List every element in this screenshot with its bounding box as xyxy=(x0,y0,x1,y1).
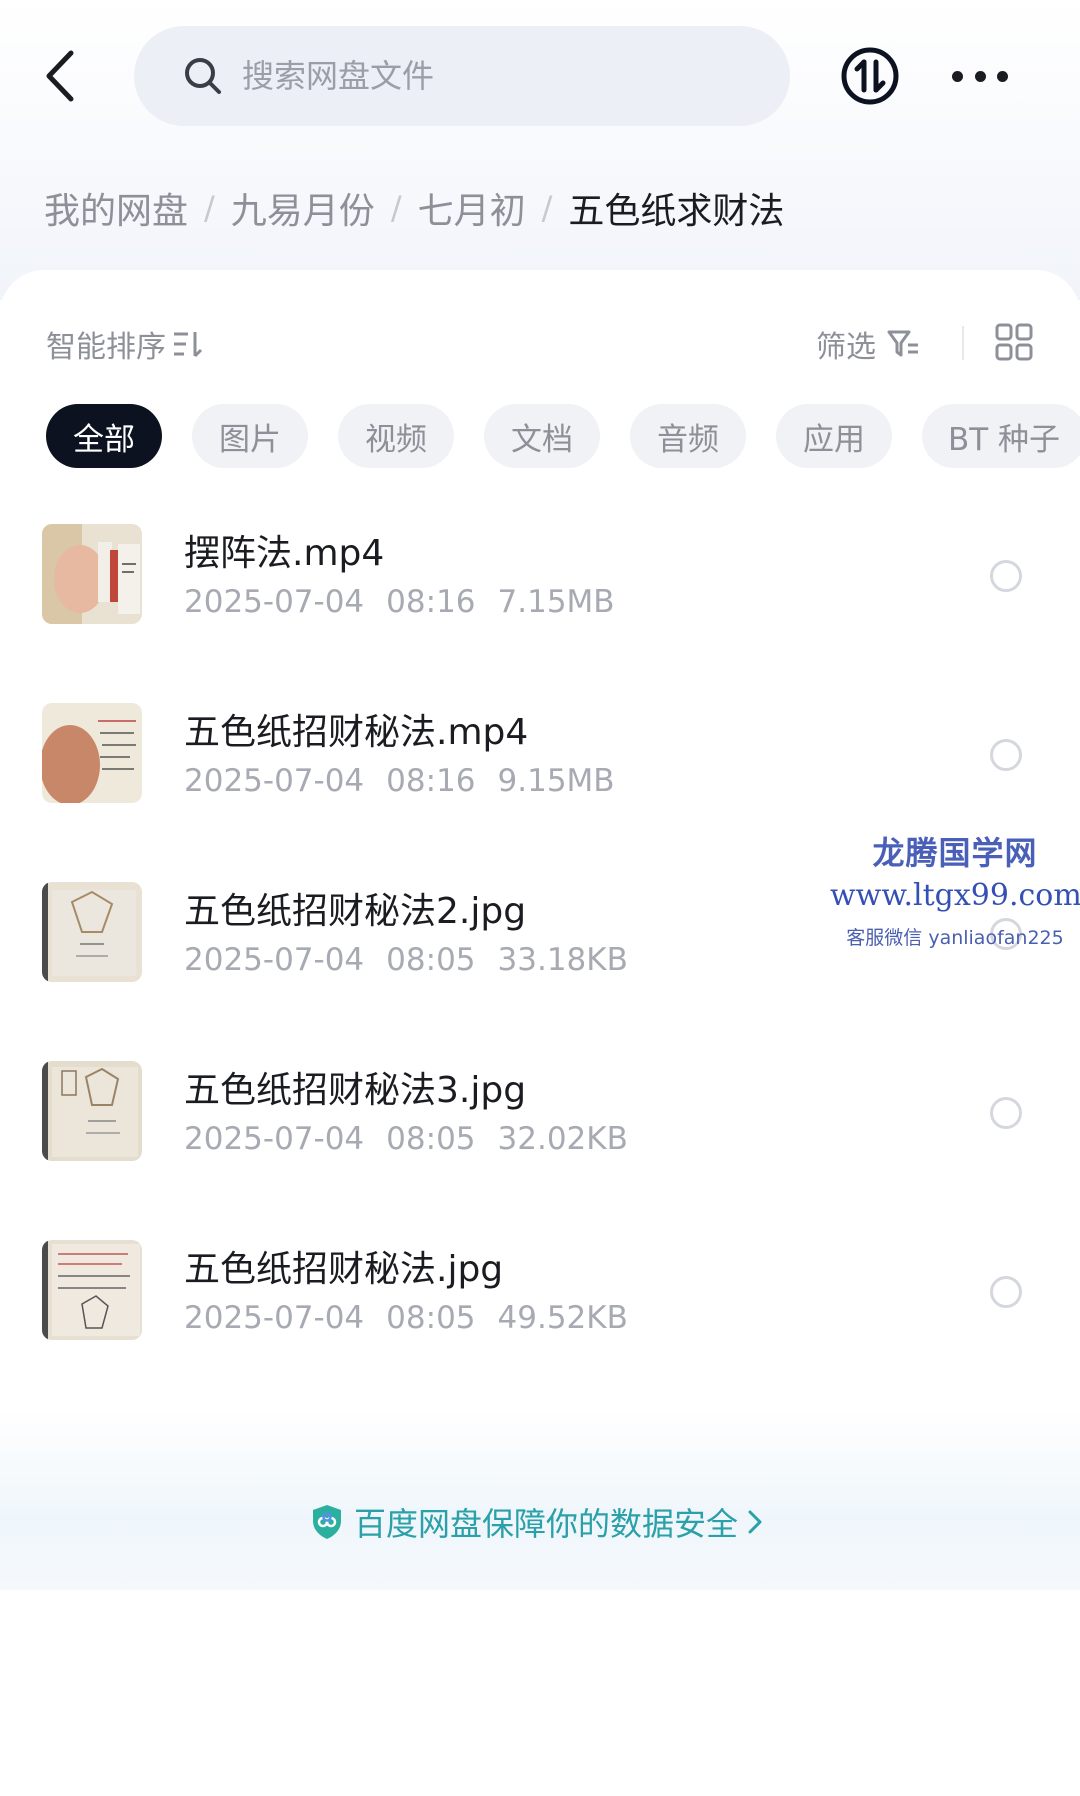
file-date: 2025-07-04 xyxy=(184,584,365,620)
tab-apps[interactable]: 应用 xyxy=(776,404,892,468)
file-row[interactable]: 摆阵法.mp4 2025-07-04 08:16 7.15MB xyxy=(0,510,1080,689)
watermark-contact: 客服微信 yanliaofan225 xyxy=(846,927,1064,949)
file-list: 摆阵法.mp4 2025-07-04 08:16 7.15MB 五色纸招财秘法.mp… xyxy=(0,510,1080,1405)
file-date: 2025-07-04 xyxy=(184,1300,365,1336)
breadcrumb-current: 五色纸求财法 xyxy=(568,191,785,232)
file-meta: 2025-07-04 08:16 9.15MB xyxy=(184,763,637,799)
more-dot-icon xyxy=(974,70,986,82)
chevron-left-icon xyxy=(46,50,74,102)
more-options-button[interactable] xyxy=(952,56,1008,96)
tab-images[interactable]: 图片 xyxy=(192,404,308,468)
file-size: 9.15MB xyxy=(497,763,615,799)
search-bar[interactable] xyxy=(134,26,790,126)
transfer-list-icon[interactable] xyxy=(840,46,900,106)
breadcrumb-separator: / xyxy=(204,189,215,227)
search-icon xyxy=(185,58,221,94)
sort-label: 智能排序 xyxy=(46,330,166,365)
more-dot-icon xyxy=(997,70,1008,82)
filter-button[interactable]: 筛选 xyxy=(816,322,920,366)
more-dot-icon xyxy=(952,70,963,82)
file-size: 32.02KB xyxy=(497,1121,628,1157)
file-row[interactable]: 五色纸招财秘法.jpg 2025-07-04 08:05 49.52KB xyxy=(0,1226,1080,1405)
file-size: 33.18KB xyxy=(497,942,628,978)
file-date: 2025-07-04 xyxy=(184,1121,365,1157)
file-size: 49.52KB xyxy=(497,1300,628,1336)
select-checkbox[interactable] xyxy=(990,739,1022,771)
search-input[interactable] xyxy=(242,57,702,95)
shield-icon xyxy=(313,1505,341,1539)
file-time: 08:16 xyxy=(386,584,476,620)
breadcrumb: 我的网盘 / 九易月份 / 七月初 / 五色纸求财法 xyxy=(44,180,784,236)
file-time: 08:05 xyxy=(386,942,476,978)
image-thumbnail xyxy=(42,882,142,982)
video-thumbnail xyxy=(42,703,142,803)
tab-bt-torrents[interactable]: BT 种子 xyxy=(922,404,1080,468)
sort-icon xyxy=(174,332,203,358)
breadcrumb-separator: / xyxy=(390,189,402,227)
file-row[interactable]: 五色纸招财秘法3.jpg 2025-07-04 08:05 32.02KB xyxy=(0,1047,1080,1226)
image-thumbnail xyxy=(42,1061,142,1161)
file-name: 摆阵法.mp4 xyxy=(184,533,385,574)
sort-button[interactable]: 智能排序 xyxy=(46,322,204,366)
filter-label: 筛选 xyxy=(816,330,876,365)
category-tabs: 全部 图片 视频 文档 音频 应用 BT 种子 xyxy=(46,404,1080,468)
security-banner-link[interactable]: 百度网盘保障你的数据安全 xyxy=(310,1498,764,1546)
toolbar-divider xyxy=(962,326,964,360)
grid-view-icon[interactable] xyxy=(994,322,1034,362)
file-name: 五色纸招财秘法.mp4 xyxy=(184,712,529,753)
watermark-url: www.ltgx99.com xyxy=(830,878,1080,913)
file-date: 2025-07-04 xyxy=(184,763,365,799)
file-name: 五色纸招财秘法2.jpg xyxy=(184,891,527,932)
breadcrumb-item[interactable]: 七月初 xyxy=(418,182,526,234)
file-name: 五色纸招财秘法3.jpg xyxy=(184,1070,527,1111)
tab-all[interactable]: 全部 xyxy=(46,404,162,468)
file-meta: 2025-07-04 08:05 49.52KB xyxy=(184,1300,650,1336)
breadcrumb-item[interactable]: 我的网盘 xyxy=(44,182,188,234)
image-thumbnail xyxy=(42,1240,142,1340)
file-time: 08:05 xyxy=(386,1121,476,1157)
file-name: 五色纸招财秘法.jpg xyxy=(184,1249,504,1290)
file-date: 2025-07-04 xyxy=(184,942,365,978)
select-checkbox[interactable] xyxy=(990,560,1022,592)
top-bar xyxy=(0,0,1080,150)
tab-videos[interactable]: 视频 xyxy=(338,404,454,468)
filter-icon xyxy=(887,330,918,357)
breadcrumb-separator: / xyxy=(541,189,553,227)
file-meta: 2025-07-04 08:16 7.15MB xyxy=(184,584,637,620)
tab-audio[interactable]: 音频 xyxy=(630,404,746,468)
back-button[interactable] xyxy=(32,40,88,112)
file-time: 08:16 xyxy=(386,763,476,799)
file-size: 7.15MB xyxy=(497,584,615,620)
select-checkbox[interactable] xyxy=(990,1276,1022,1308)
breadcrumb-item[interactable]: 九易月份 xyxy=(231,182,375,234)
file-meta: 2025-07-04 08:05 32.02KB xyxy=(184,1121,650,1157)
video-thumbnail xyxy=(42,524,142,624)
select-checkbox[interactable] xyxy=(990,1097,1022,1129)
watermark: 龙腾国学网 www.ltgx99.com 客服微信 yanliaofan225 xyxy=(830,828,1080,950)
watermark-title: 龙腾国学网 xyxy=(872,834,1038,872)
file-time: 08:05 xyxy=(386,1300,476,1336)
file-meta: 2025-07-04 08:05 33.18KB xyxy=(184,942,650,978)
security-banner-label: 百度网盘保障你的数据安全 xyxy=(354,1505,739,1543)
chevron-right-icon xyxy=(748,1510,762,1534)
tab-documents[interactable]: 文档 xyxy=(484,404,600,468)
